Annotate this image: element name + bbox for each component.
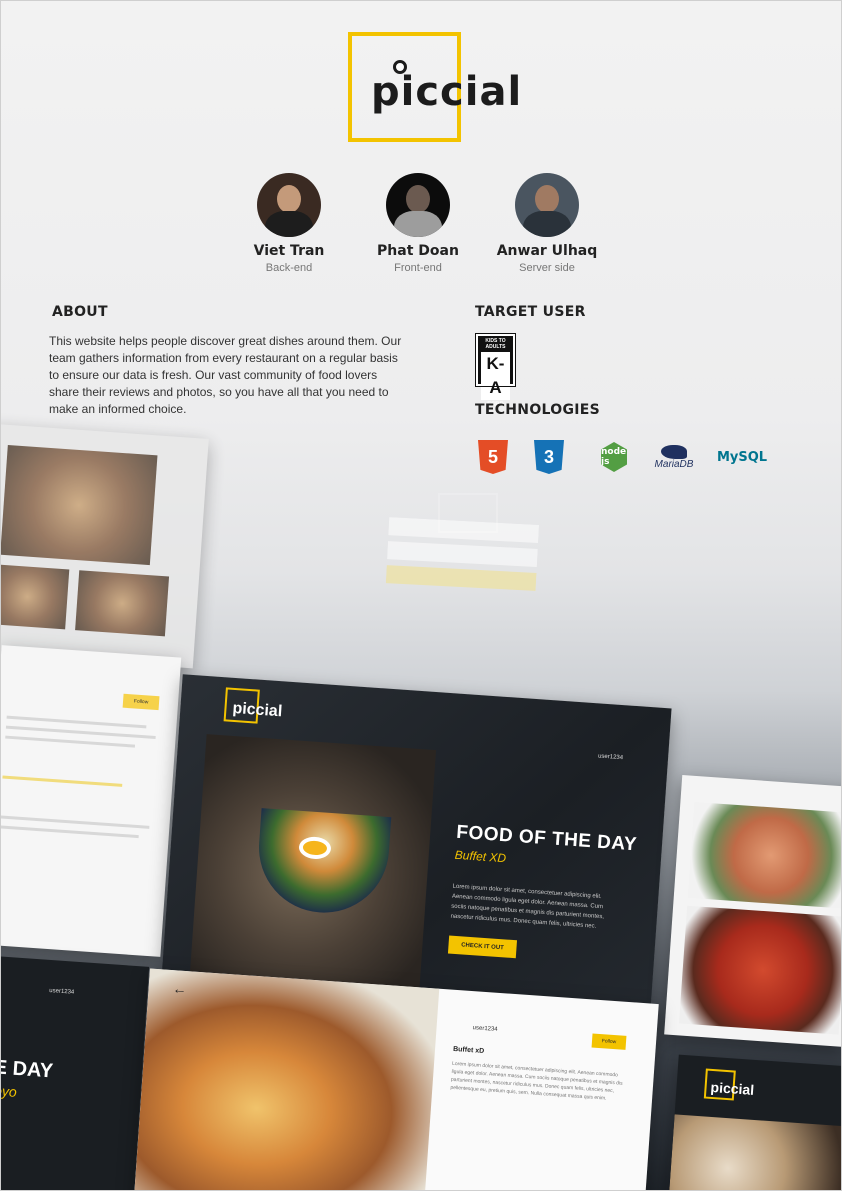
login-button — [385, 565, 537, 591]
avatar — [386, 173, 450, 237]
mysql-label: MySQL — [716, 449, 768, 465]
food-photo — [75, 570, 170, 637]
login-field — [388, 517, 540, 543]
member-name: Phat Doan — [377, 243, 459, 259]
nodejs-icon: node js — [591, 439, 637, 475]
css3-shield: 3 — [534, 440, 564, 474]
screenshot-bottom-left: user1234 E DAY oyo — [0, 955, 150, 1190]
esrb-rating-badge: KIDS TO ADULTS K-A ESRB — [475, 333, 516, 408]
member-role: Front-end — [394, 262, 442, 274]
team-member-anwar: Anwar Ulhaq Server side — [487, 173, 607, 274]
check-it-out-button: CHECK IT OUT — [447, 935, 518, 959]
team-member-phat: Phat Doan Front-end — [358, 173, 478, 274]
hero-brand: piccial — [231, 699, 283, 721]
screenshot-gallery-right — [664, 775, 841, 1047]
screenshot-post-detail: ← user1234 Follow Buffet xD Lorem ipsum … — [133, 968, 659, 1190]
about-text: This website helps people discover great… — [49, 334, 402, 416]
poster: piccial Viet Tran Back-end Phat Doan Fro… — [0, 0, 842, 1191]
bowl — [254, 808, 392, 917]
avatar — [515, 173, 579, 237]
screenshot-bottom-right: piccial — [667, 1054, 841, 1190]
post-username: user1234 — [472, 1025, 498, 1033]
technologies-heading: TECHNOLOGIES — [475, 402, 600, 418]
hero-username: user1234 — [597, 753, 624, 762]
food-photo — [1, 444, 158, 566]
username: user1234 — [49, 987, 75, 996]
nodejs-label: node js — [601, 442, 627, 472]
hero-subtitle: Buffet XD — [454, 847, 507, 866]
member-role: Server side — [519, 262, 575, 274]
text-line — [5, 735, 136, 748]
about-heading: ABOUT — [52, 304, 108, 320]
salmon-photo — [687, 801, 841, 909]
team-member-viet: Viet Tran Back-end — [229, 173, 349, 274]
ramen-photo — [189, 734, 437, 990]
food-photo — [1, 563, 70, 630]
logo-text: piccial — [371, 69, 523, 115]
member-name: Viet Tran — [253, 243, 325, 259]
member-name: Anwar Ulhaq — [496, 243, 598, 259]
bottom-right-brand: piccial — [710, 1078, 755, 1098]
screenshot-top-left — [1, 423, 209, 669]
mariadb-label: MariaDB — [654, 458, 694, 470]
target-user-heading: TARGET USER — [475, 304, 586, 320]
hero-body: Lorem ipsum dolor sit amet, consectetuer… — [450, 883, 605, 930]
bottom-left-title: E DAY — [0, 1056, 54, 1083]
mysql-icon: MySQL — [711, 439, 773, 475]
css3-icon: 3 — [532, 439, 566, 475]
post-text: Lorem ipsum dolor sit amet, consectetuer… — [450, 1060, 623, 1102]
bottom-left-subtitle: oyo — [0, 1082, 18, 1100]
seal-icon — [661, 444, 687, 459]
esrb-mark: K-A — [481, 352, 510, 400]
html5-icon: 5 — [476, 439, 510, 475]
text-line — [1, 825, 139, 839]
screenshot-post-left: Follow — [1, 645, 182, 957]
esrb-top: KIDS TO ADULTS — [485, 338, 506, 350]
post-title: Buffet xD — [452, 1045, 485, 1056]
curry-photo — [678, 905, 841, 1035]
member-role: Back-end — [265, 262, 313, 274]
mariadb-icon: MariaDB — [649, 439, 699, 475]
post-panel: user1234 Follow Buffet xD Lorem ipsum do… — [430, 1009, 643, 1190]
taco-photo — [133, 968, 440, 1190]
follow-button: Follow — [591, 1033, 627, 1050]
follow-button: Follow — [122, 693, 160, 711]
screenshot-login — [383, 517, 540, 645]
food-photo — [667, 1114, 841, 1190]
comment-input — [2, 775, 123, 787]
avatar — [257, 173, 321, 237]
login-field — [387, 541, 538, 567]
back-arrow-icon: ← — [172, 980, 188, 998]
html5-shield: 5 — [478, 440, 508, 474]
